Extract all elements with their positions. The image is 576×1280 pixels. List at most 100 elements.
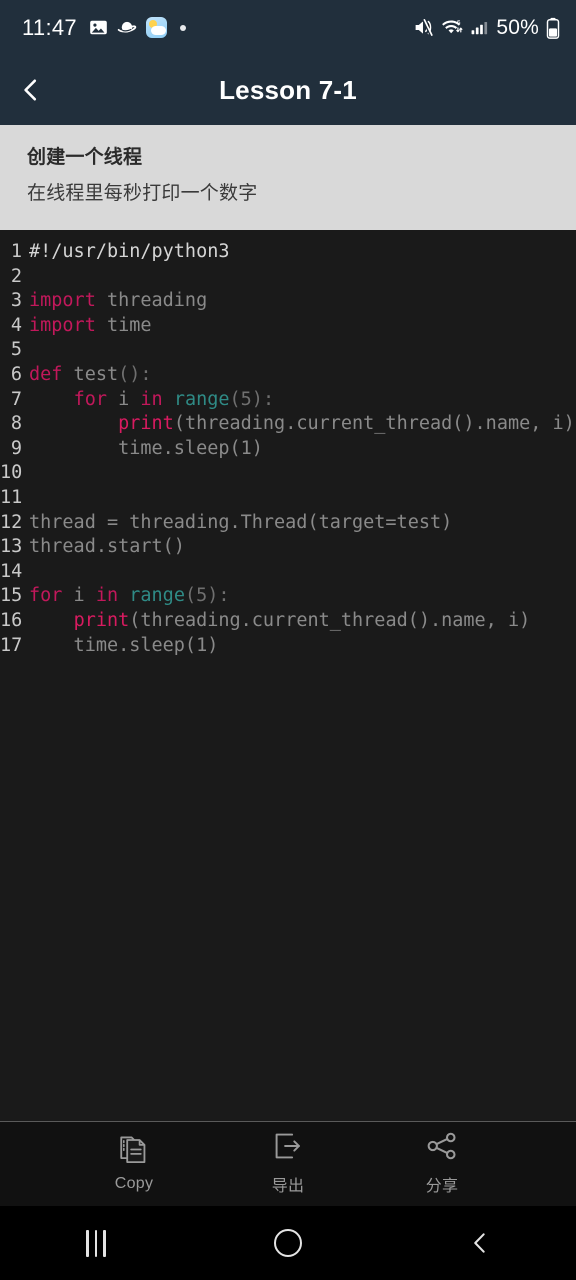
code-token: print bbox=[118, 413, 174, 435]
code-token: #!/usr/bin/python3 bbox=[29, 241, 230, 262]
code-token: (5): bbox=[229, 388, 275, 410]
code-line-number: 17 bbox=[0, 634, 23, 656]
code-line-text: thread = threading.Thread(target=test) bbox=[29, 511, 452, 536]
code-token: in bbox=[95, 585, 119, 607]
code-line: 11 bbox=[0, 486, 576, 511]
code-token: thread.start() bbox=[29, 536, 185, 558]
code-token: (threading.current_thread().name, i) bbox=[129, 609, 531, 631]
code-line-number: 14 bbox=[0, 560, 23, 582]
gallery-icon bbox=[90, 20, 107, 35]
code-line-number: 3 bbox=[10, 290, 22, 312]
code-line-number: 15 bbox=[0, 585, 23, 607]
lesson-title: 创建一个线程 bbox=[27, 147, 143, 168]
notification-dot-icon bbox=[179, 24, 186, 31]
code-token: (threading.current_thread().name, i) bbox=[173, 413, 575, 435]
nav-home-button[interactable] bbox=[228, 1206, 348, 1280]
lesson-subtitle: 在线程里每秒打印一个数字 bbox=[27, 182, 258, 204]
code-line-text: time.sleep(1) bbox=[29, 634, 219, 659]
code-line: 16 print(threading.current_thread().name… bbox=[0, 609, 576, 634]
code-line-text: import threading bbox=[29, 289, 207, 314]
code-token: (5): bbox=[184, 585, 230, 607]
code-line: 13 thread.start() bbox=[0, 535, 576, 560]
code-line: 3 import threading bbox=[0, 289, 576, 314]
code-line-number: 1 bbox=[10, 241, 22, 262]
copy-button[interactable]: Copy bbox=[88, 1132, 180, 1193]
code-line-text: def test(): bbox=[29, 363, 152, 388]
nav-recents-button[interactable] bbox=[36, 1206, 156, 1280]
code-token: time.sleep(1) bbox=[29, 437, 263, 459]
share-button[interactable]: 分享 bbox=[396, 1129, 488, 1196]
planet-icon bbox=[117, 21, 137, 32]
status-bar-left: 11:47 bbox=[22, 15, 186, 41]
home-icon bbox=[274, 1229, 302, 1257]
share-icon bbox=[427, 1132, 456, 1159]
code-line-text: print(threading.current_thread().name, i… bbox=[29, 412, 575, 437]
code-token: threading bbox=[95, 290, 208, 312]
recents-icon bbox=[86, 1229, 106, 1257]
code-line: 5 bbox=[0, 338, 576, 363]
code-line-number: 13 bbox=[0, 536, 23, 558]
code-token: import bbox=[29, 290, 96, 312]
code-line-text: #!/usr/bin/python3 bbox=[29, 240, 229, 265]
code-line: 12 thread = threading.Thread(target=test) bbox=[0, 511, 576, 536]
code-token: time bbox=[95, 314, 152, 336]
export-button[interactable]: 导出 bbox=[242, 1129, 334, 1196]
code-line: 2 bbox=[0, 265, 576, 290]
header-back-button[interactable] bbox=[0, 55, 62, 125]
code-line-text: for i in range(5): bbox=[29, 584, 230, 609]
code-token: range bbox=[173, 388, 230, 410]
code-token: i bbox=[62, 585, 96, 607]
status-bar: 11:47 6 50% bbox=[0, 0, 576, 55]
battery-icon bbox=[546, 17, 560, 39]
code-token: i bbox=[106, 388, 141, 410]
svg-text:6: 6 bbox=[457, 19, 461, 26]
wifi-6-icon: 6 bbox=[442, 19, 463, 34]
code-token: in bbox=[140, 388, 163, 410]
code-line: 9 time.sleep(1) bbox=[0, 437, 576, 462]
chevron-left-icon bbox=[24, 79, 37, 101]
code-line-number: 8 bbox=[10, 413, 22, 435]
code-line: 4 import time bbox=[0, 314, 576, 339]
code-line-number: 5 bbox=[10, 339, 22, 361]
code-line: 6 def test(): bbox=[0, 363, 576, 388]
code-token: for bbox=[73, 388, 107, 410]
code-line-text: time.sleep(1) bbox=[29, 437, 263, 462]
nav-back-button[interactable] bbox=[420, 1206, 540, 1280]
code-line: 1 #!/usr/bin/python3 bbox=[0, 240, 576, 265]
code-line-number: 12 bbox=[0, 511, 23, 533]
code-token: for bbox=[29, 585, 63, 607]
code-token: (): bbox=[118, 363, 152, 385]
phone-screen: 11:47 6 50% Lesson 7-1 创建一个线程 在线程里每秒打印一个… bbox=[0, 0, 576, 1280]
status-clock: 11:47 bbox=[22, 14, 77, 40]
cellular-signal-icon bbox=[471, 21, 488, 35]
code-token: test bbox=[62, 363, 119, 385]
bottom-toolbar: Copy 导出 分享 bbox=[0, 1121, 576, 1206]
code-line-number: 10 bbox=[0, 462, 23, 484]
code-viewer[interactable]: 1 #!/usr/bin/python3 2 3 import threading 4 im… bbox=[0, 230, 576, 1121]
export-icon bbox=[275, 1133, 300, 1158]
code-line-number: 9 bbox=[10, 437, 22, 459]
code-line-text: thread.start() bbox=[29, 535, 185, 560]
code-line: 10 bbox=[0, 461, 576, 486]
code-line-text: for i in range(5): bbox=[29, 388, 275, 413]
copy-button-label: Copy bbox=[114, 1174, 154, 1192]
weather-app-icon bbox=[145, 17, 167, 38]
battery-percent-label: 50% bbox=[496, 15, 539, 39]
code-token: print bbox=[73, 609, 130, 631]
code-line-number: 7 bbox=[10, 388, 22, 410]
code-line: 14 bbox=[0, 560, 576, 585]
status-bar-right: 6 50% bbox=[413, 16, 560, 40]
code-token: import bbox=[29, 314, 96, 336]
code-line: 15 for i in range(5): bbox=[0, 584, 576, 609]
code-line-text: import time bbox=[29, 314, 152, 339]
code-line-number: 16 bbox=[0, 609, 23, 631]
android-nav-bar bbox=[0, 1206, 576, 1280]
copy-icon bbox=[120, 1136, 146, 1163]
code-line-list: 1 #!/usr/bin/python3 2 3 import threading 4 im… bbox=[0, 240, 576, 658]
code-line-text: print(threading.current_thread().name, i… bbox=[29, 609, 531, 634]
code-line: 8 print(threading.current_thread().name,… bbox=[0, 412, 576, 437]
